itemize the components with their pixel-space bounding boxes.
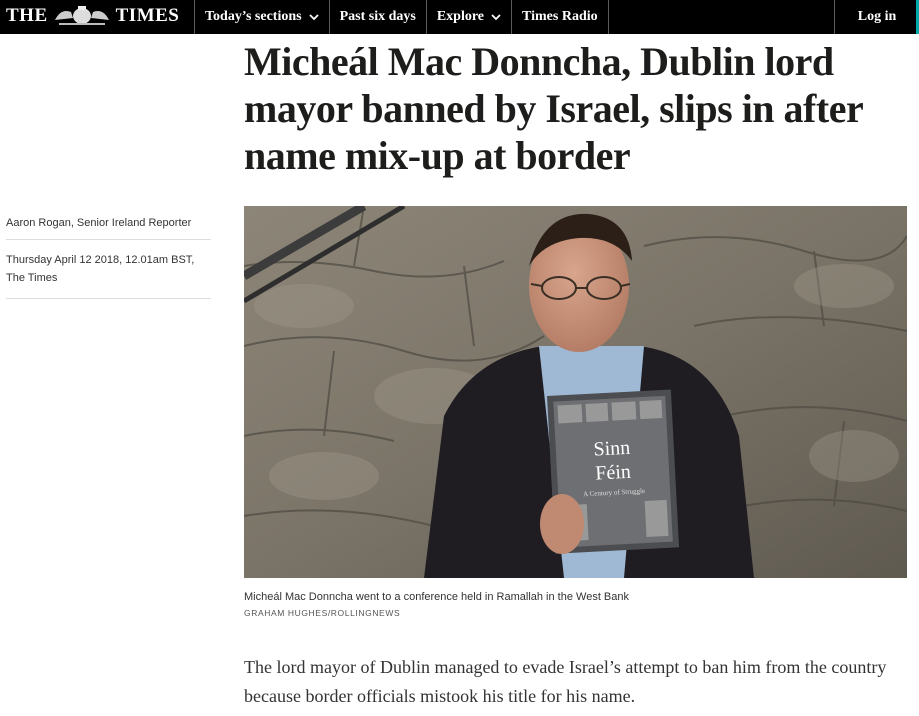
article-lede: The lord mayor of Dublin managed to evad…	[244, 657, 887, 706]
article-headline: Micheál Mac Donncha, Dublin lord mayor b…	[244, 39, 863, 178]
article-photo: Sinn Féin A Century of Struggle	[244, 206, 907, 578]
portrait-image: Sinn Féin A Century of Struggle	[244, 206, 907, 578]
publish-date: Thursday April 12 2018, 12.01am BST,	[6, 254, 195, 266]
chevron-down-icon	[491, 14, 501, 21]
publish-date-block: Thursday April 12 2018, 12.01am BST, The…	[6, 240, 211, 299]
nav-times-radio[interactable]: Times Radio	[511, 0, 609, 34]
chevron-down-icon	[308, 14, 319, 21]
top-navigation-bar: THE TIMES Today’s sections Past six days…	[0, 0, 919, 34]
article-byline: Aaron Rogan, Senior Ireland Reporter Thu…	[6, 217, 211, 299]
nav-todays-sections-label: Today’s sections	[205, 9, 302, 24]
nav-todays-sections[interactable]: Today’s sections	[194, 0, 329, 34]
the-times-logo[interactable]: THE TIMES	[6, 4, 179, 28]
author-block: Aaron Rogan, Senior Ireland Reporter	[6, 217, 211, 240]
login-button[interactable]: Log in	[834, 0, 919, 34]
nav-explore-label: Explore	[436, 9, 485, 24]
logo-word-the: THE	[6, 5, 48, 26]
royal-crest-icon	[54, 6, 109, 25]
publication-name: The Times	[6, 272, 58, 284]
author-name[interactable]: Aaron Rogan, Senior Ireland Reporter	[6, 217, 211, 229]
logo-word-times: TIMES	[115, 5, 180, 26]
photo-caption: Micheál Mac Donncha went to a conference…	[244, 591, 630, 603]
nav-explore[interactable]: Explore	[425, 0, 511, 34]
main-nav: Today’s sections Past six days Explore T…	[194, 0, 609, 34]
nav-times-radio-label: Times Radio	[522, 9, 598, 24]
nav-past-six-days-label: Past six days	[339, 9, 416, 24]
photo-credit: GRAHAM HUGHES/ROLLINGNEWS	[244, 608, 401, 618]
book-title-line2: Féin	[595, 461, 632, 485]
nav-past-six-days[interactable]: Past six days	[328, 0, 426, 34]
book-title-line1: Sinn	[593, 437, 631, 461]
